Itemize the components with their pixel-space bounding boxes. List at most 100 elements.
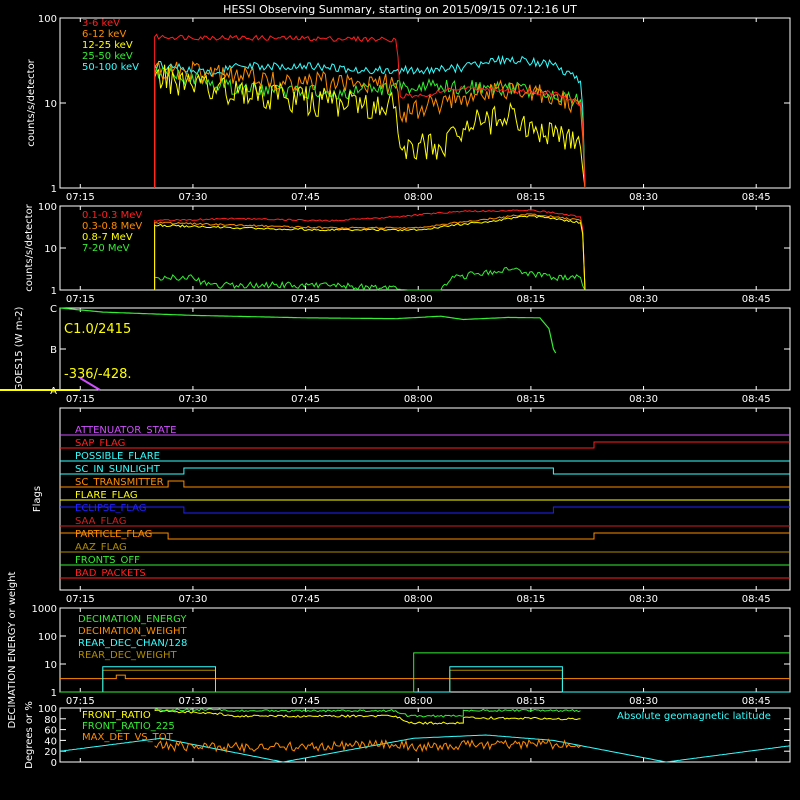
y-tick-label: C (50, 304, 57, 315)
x-tick-label: 07:15 (66, 394, 95, 405)
y-tick-label: 1 (51, 184, 57, 195)
flag-trace (60, 467, 790, 475)
flag-trace (60, 506, 790, 514)
x-tick-label: 07:45 (291, 696, 320, 707)
figure-title: HESSI Observing Summary, starting on 201… (223, 3, 577, 16)
y-axis-title: DECIMATION ENERGY or weight (7, 571, 18, 728)
x-tick-label: 07:15 (66, 696, 95, 707)
x-tick-label: 07:30 (179, 294, 208, 305)
legend-entry: 3-6 keV (82, 18, 120, 29)
y-tick-label: B (50, 345, 57, 356)
legend-entry: REAR_DEC_WEIGHT (78, 650, 177, 661)
panel-frame (59, 307, 791, 391)
flag-label: SC_IN_SUNLIGHT (75, 464, 161, 475)
legend-entry: FRONT_RATIO (82, 710, 151, 721)
x-tick-label: 08:30 (629, 394, 658, 405)
flag-label: ATTENUATOR_STATE (75, 425, 176, 436)
x-tick-label: 07:45 (291, 192, 320, 203)
flag-label: SAA_FLAG (75, 516, 126, 527)
flag-trace (60, 441, 790, 449)
legend-entry: MAX_DET_VS_TOT (82, 732, 174, 743)
y-tick-label: 10 (44, 660, 57, 671)
x-tick-label: 07:15 (66, 294, 95, 305)
series-line (154, 215, 586, 291)
x-tick-label: 08:00 (404, 696, 433, 707)
flag-label: FRONTS_OFF (75, 555, 140, 566)
series-line (154, 266, 586, 292)
x-tick-label: 08:45 (742, 696, 771, 707)
flag-trace (60, 480, 790, 488)
flag-trace (60, 532, 790, 540)
x-tick-label: 07:30 (179, 594, 208, 605)
panels: 110100counts/s/detector07:15 07:30 07:45 08… (0, 14, 791, 769)
y-tick-label: 100 (38, 632, 57, 643)
x-tick-label: 07:45 (291, 294, 320, 305)
x-tick-label: 07:45 (291, 594, 320, 605)
legend-entry: 7-20 MeV (82, 243, 130, 254)
y-axis-title: counts/s/detector (26, 58, 37, 146)
goes-position-annotation: -336/-428. (64, 367, 132, 382)
series-line (154, 709, 581, 725)
series-line (154, 64, 586, 189)
y-tick-label: 1 (51, 688, 57, 699)
x-tick-label: 07:30 (179, 192, 208, 203)
legend-entry: 50-100 keV (82, 62, 139, 73)
x-tick-label: 08:30 (629, 696, 658, 707)
y-tick-label: 100 (38, 14, 57, 25)
series-line (154, 54, 586, 189)
flag-label: SAP_FLAG (75, 438, 125, 449)
x-tick-label: 08:30 (629, 192, 658, 203)
y-tick-label: 10 (44, 99, 57, 110)
series-line (154, 60, 586, 189)
legend-entry: FRONT_RATIO_225 (82, 721, 175, 732)
legend-entry: 0.8-7 MeV (82, 232, 133, 243)
series-line (59, 307, 557, 354)
flag-label: POSSIBLE_FLARE (75, 451, 160, 462)
geomagnetic-latitude-label: Absolute geomagnetic latitude (617, 711, 771, 722)
panel-frame (59, 17, 791, 189)
panel-2: 1 10 100counts/s/detector 07:15 07:30 07:45 08… (24, 202, 791, 305)
x-tick-label: 08:45 (742, 192, 771, 203)
y-tick-label: 1 (51, 286, 57, 297)
legend-entry: DECIMATION_WEIGHT (78, 626, 187, 637)
y-axis-title: Degrees or % (24, 701, 35, 769)
series-line (154, 209, 586, 291)
panel-3: A B C GOES15 (W m-2) 07:15 07:30 07:45 08:00 08:… (0, 304, 791, 405)
x-tick-label: 08:30 (629, 594, 658, 605)
legend-entry: DECIMATION_ENERGY (78, 614, 187, 625)
y-tick-label: 80 (44, 715, 57, 726)
x-tick-label: 08:15 (516, 294, 545, 305)
y-axis-title: counts/s/detector (24, 203, 35, 291)
x-tick-label: 08:00 (404, 594, 433, 605)
y-axis-title: Flags (32, 486, 43, 512)
legend-entry: 6-12 keV (82, 29, 126, 40)
panel-6: 020406080100Degrees or % FRONT_RATIOFRONT… (24, 701, 791, 769)
x-tick-label: 08:15 (516, 394, 545, 405)
x-tick-label: 08:00 (404, 192, 433, 203)
flag-label: PARTICLE_FLAG (75, 529, 152, 540)
panel-5: 1 10 100 1000 DECIMATION ENERGY or weight 07:… (7, 571, 791, 728)
goes-flare-annotation: C1.0/2415 (64, 322, 131, 337)
x-tick-label: 08:30 (629, 294, 658, 305)
x-tick-label: 08:15 (516, 192, 545, 203)
x-tick-label: 07:45 (291, 394, 320, 405)
legend-entry: 12-25 keV (82, 40, 133, 51)
y-tick-label: 40 (44, 736, 57, 747)
panel-1: 1 10 100 counts/s/detector 07:15 07:30 07:45 08… (26, 14, 791, 203)
series-line (60, 669, 790, 693)
y-tick-label: 20 (44, 747, 57, 758)
observing-summary-figure: HESSI Observing Summary, starting on 201… (0, 3, 791, 769)
flag-label: BAD_PACKETS (75, 568, 146, 579)
panel-frame (59, 205, 791, 291)
legend-entry: REAR_DEC_CHAN/128 (78, 638, 187, 649)
x-tick-label: 08:15 (516, 594, 545, 605)
x-tick-label: 07:30 (179, 394, 208, 405)
y-tick-label: 0 (51, 758, 57, 769)
x-tick-label: 07:15 (66, 594, 95, 605)
flag-label: AAZ_FLAG (75, 542, 127, 553)
legend-entry: 25-50 keV (82, 51, 133, 62)
x-tick-label: 08:45 (742, 294, 771, 305)
panel-4: Flags 07:15 07:30 07:45 08:00 08:15 08:30 08:45… (32, 407, 791, 605)
series-line (154, 33, 586, 189)
y-axis-title: GOES15 (W m-2) (14, 307, 25, 392)
